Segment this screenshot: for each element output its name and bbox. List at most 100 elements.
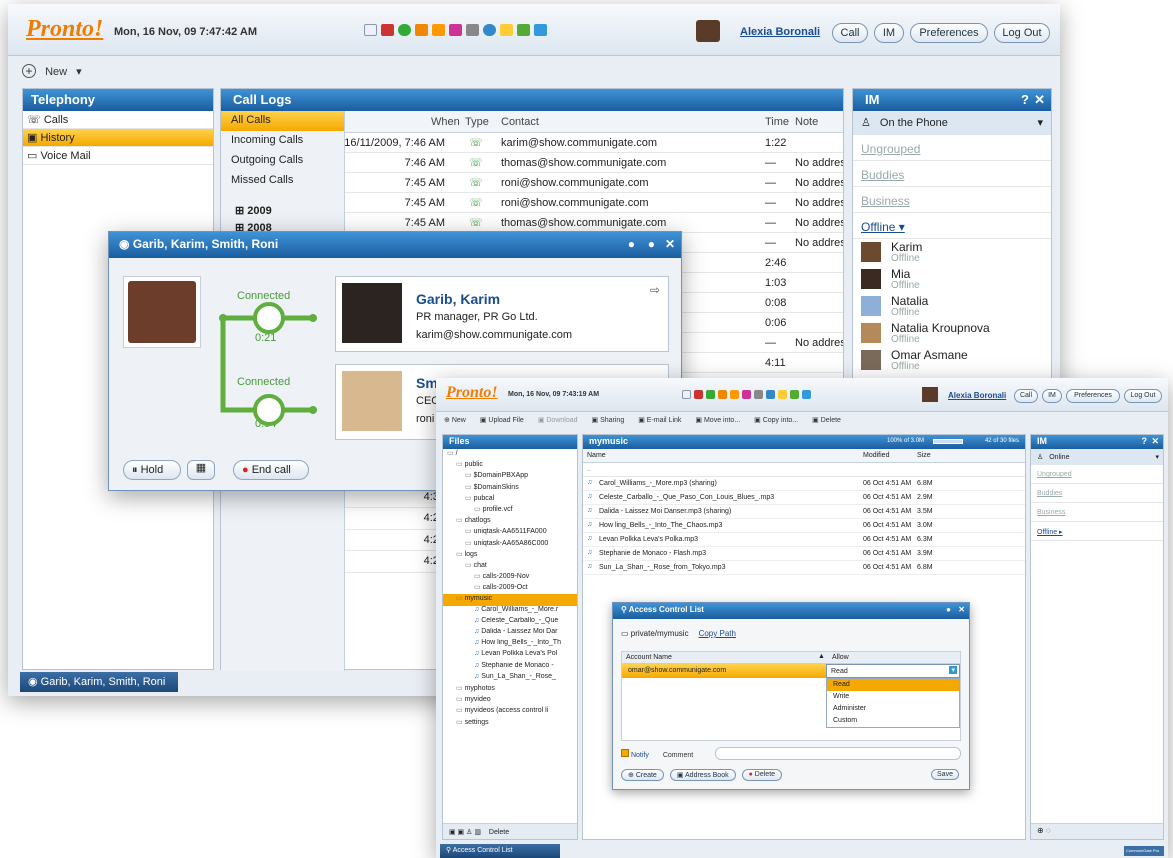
col-note[interactable]: Note: [795, 116, 818, 128]
tree-node[interactable]: ▭ $DomainPBXApp: [443, 471, 577, 482]
copy-path-link[interactable]: Copy Path: [699, 629, 736, 638]
close-icon[interactable]: ✕: [958, 605, 965, 614]
tree-node[interactable]: ▭ myvideos (access control li: [443, 706, 577, 717]
share-icon[interactable]: [517, 24, 530, 36]
tree-node[interactable]: ▭ myphotos: [443, 684, 577, 695]
allow-option-administer[interactable]: Administer: [827, 703, 959, 715]
allow-select[interactable]: Read ▾: [826, 664, 960, 678]
restore-icon[interactable]: ●: [648, 237, 655, 251]
transfer-icon[interactable]: ⇨: [650, 283, 660, 297]
group-offline[interactable]: Offline ▸: [1031, 522, 1163, 541]
toolbar-delete[interactable]: ▣ Delete: [812, 416, 841, 424]
contacts-icon[interactable]: [415, 24, 428, 36]
toolbar-e-mail-link[interactable]: ▣ E-mail Link: [638, 416, 681, 424]
filter-all-calls[interactable]: All Calls: [221, 111, 344, 131]
tree-node[interactable]: ♫ Dalida - Laissez Moi Dar: [443, 628, 577, 639]
toolbar-download[interactable]: ▣ Download: [538, 416, 578, 424]
col-modified[interactable]: Modified: [863, 452, 889, 459]
filter-missed-calls[interactable]: Missed Calls: [221, 171, 344, 191]
mail-icon[interactable]: [364, 24, 377, 36]
calllog-row[interactable]: 7:45 AM roni@show.communigate.com — No addr…: [345, 173, 843, 193]
preferences-button[interactable]: Preferences: [1066, 389, 1120, 403]
calllog-row[interactable]: 7:45 AM thomas@show.communigate.com — No ad…: [345, 213, 843, 233]
toolbar-sharing[interactable]: ▣ Sharing: [592, 416, 625, 424]
toolbar-copy-into[interactable]: ▣ Copy into...: [754, 416, 798, 424]
tree-node[interactable]: ▭ mymusic: [443, 594, 577, 606]
file-row[interactable]: ♫ Sun_La_Shan_-_Rose_from_Tokyo.mp3 06 Oct…: [583, 561, 1025, 575]
photo-icon[interactable]: [754, 390, 763, 399]
tree-node[interactable]: ▭ chatlogs: [443, 516, 577, 527]
tree-node[interactable]: ▭ pubcal: [443, 494, 577, 505]
im-contact[interactable]: Mia Offline: [853, 266, 1051, 293]
group-buddies[interactable]: Buddies: [1031, 484, 1163, 503]
keypad-button[interactable]: ▦: [187, 460, 215, 480]
filter-outgoing-calls[interactable]: Outgoing Calls: [221, 151, 344, 171]
save-icon[interactable]: [802, 390, 811, 399]
tree-node[interactable]: ▭ logs: [443, 550, 577, 561]
tree-node[interactable]: ♫ Sun_La_Shan_-_Rose_: [443, 673, 577, 684]
help-icon[interactable]: ?: [1021, 92, 1029, 107]
help-icon[interactable]: ?: [1142, 436, 1148, 446]
filter-incoming-calls[interactable]: Incoming Calls: [221, 131, 344, 151]
notify-checkbox[interactable]: [621, 749, 629, 757]
close-icon[interactable]: ✕: [1151, 436, 1159, 447]
calllog-row[interactable]: 7:45 AM roni@show.communigate.com — No addr…: [345, 193, 843, 213]
group-business[interactable]: Business: [1031, 503, 1163, 522]
tree-node[interactable]: ▭ calls-2009-Nov: [443, 572, 577, 583]
tree-node[interactable]: ▭ myvideo: [443, 695, 577, 706]
im-contact[interactable]: Natalia Offline: [853, 293, 1051, 320]
rss-icon[interactable]: [432, 24, 445, 36]
telephony-item-calls[interactable]: ☏ Calls: [23, 111, 213, 129]
parent-dir-row[interactable]: ..: [583, 463, 1025, 477]
file-row[interactable]: ♫ Dalida - Laissez Moi Danser.mp3 (sharin…: [583, 505, 1025, 519]
folder-icon[interactable]: [500, 24, 513, 36]
toolbar-move-into[interactable]: ▣ Move into...: [695, 416, 740, 424]
photo-icon[interactable]: [466, 24, 479, 36]
logout-button[interactable]: Log Out: [1124, 389, 1162, 403]
group-offline[interactable]: Offline ▾: [853, 213, 1051, 239]
group-buddies[interactable]: Buddies: [853, 161, 1051, 187]
file-row[interactable]: ♫ Levan Polkka Leva's Polka.mp3 06 Oct 4:5…: [583, 533, 1025, 547]
delete-button[interactable]: ● Delete: [741, 769, 783, 781]
comment-input[interactable]: [715, 747, 961, 760]
col-when[interactable]: When: [431, 116, 460, 128]
end-call-button[interactable]: ● End call: [233, 460, 309, 480]
im-contact[interactable]: Karim Offline: [853, 239, 1051, 266]
tree-node[interactable]: ▭ public: [443, 460, 577, 471]
add-contact-icon[interactable]: ⊕ ◌: [1037, 826, 1051, 835]
allow-option-write[interactable]: Write: [827, 691, 959, 703]
calllog-row[interactable]: 16/11/2009, 7:46 AM karim@show.communigat…: [345, 133, 843, 153]
user-avatar[interactable]: [696, 20, 720, 42]
user-name[interactable]: Alexia Boronali: [948, 391, 1006, 400]
im-contact[interactable]: Natalia Kroupnova Offline: [853, 320, 1051, 347]
music-icon[interactable]: [449, 24, 462, 36]
tree-node[interactable]: ♫ Celeste_Carballo_-_Que: [443, 617, 577, 628]
toolbar-new[interactable]: ⊕ New: [444, 416, 466, 424]
tree-node[interactable]: ▭ settings: [443, 718, 577, 729]
tree-node[interactable]: ▭ $DomainSkins: [443, 483, 577, 494]
folder-icon[interactable]: [778, 390, 787, 399]
col-account[interactable]: Account Name: [626, 654, 672, 661]
col-allow[interactable]: Allow: [832, 654, 849, 661]
music-icon[interactable]: [742, 390, 751, 399]
new-menu[interactable]: + New ▾: [22, 64, 82, 78]
call-button[interactable]: Call: [1014, 389, 1038, 403]
minimize-icon[interactable]: ●: [628, 237, 635, 251]
globe-icon[interactable]: [766, 390, 775, 399]
pronto-logo[interactable]: Pronto!: [26, 16, 103, 43]
file-row[interactable]: ♫ Celeste_Carballo_-_Que_Paso_Con_Louis_B…: [583, 491, 1025, 505]
delete-link[interactable]: Delete: [489, 829, 509, 836]
im-status-select[interactable]: ♙ Online ▾: [1031, 449, 1163, 465]
preferences-button[interactable]: Preferences: [910, 23, 988, 43]
calendar-icon[interactable]: [694, 390, 703, 399]
tree-node[interactable]: ▭ calls-2009-Oct: [443, 583, 577, 594]
user-avatar[interactable]: [922, 387, 938, 402]
taskbar-acl[interactable]: ⚲ Access Control List: [440, 844, 560, 858]
tree-node[interactable]: ♫ Carol_Williams_-_More.r: [443, 606, 577, 617]
allow-option-read[interactable]: Read: [827, 679, 959, 691]
close-icon[interactable]: ✕: [665, 237, 675, 251]
telephony-item-voicemail[interactable]: ▭ Voice Mail: [23, 147, 213, 165]
telephony-item-history[interactable]: ▣ History: [23, 129, 213, 147]
folder-add-icon[interactable]: ▣ ▣ ♙ ▥: [449, 829, 483, 836]
file-row[interactable]: ♫ Stephanie de Monaco - Flash.mp3 06 Oct 4…: [583, 547, 1025, 561]
